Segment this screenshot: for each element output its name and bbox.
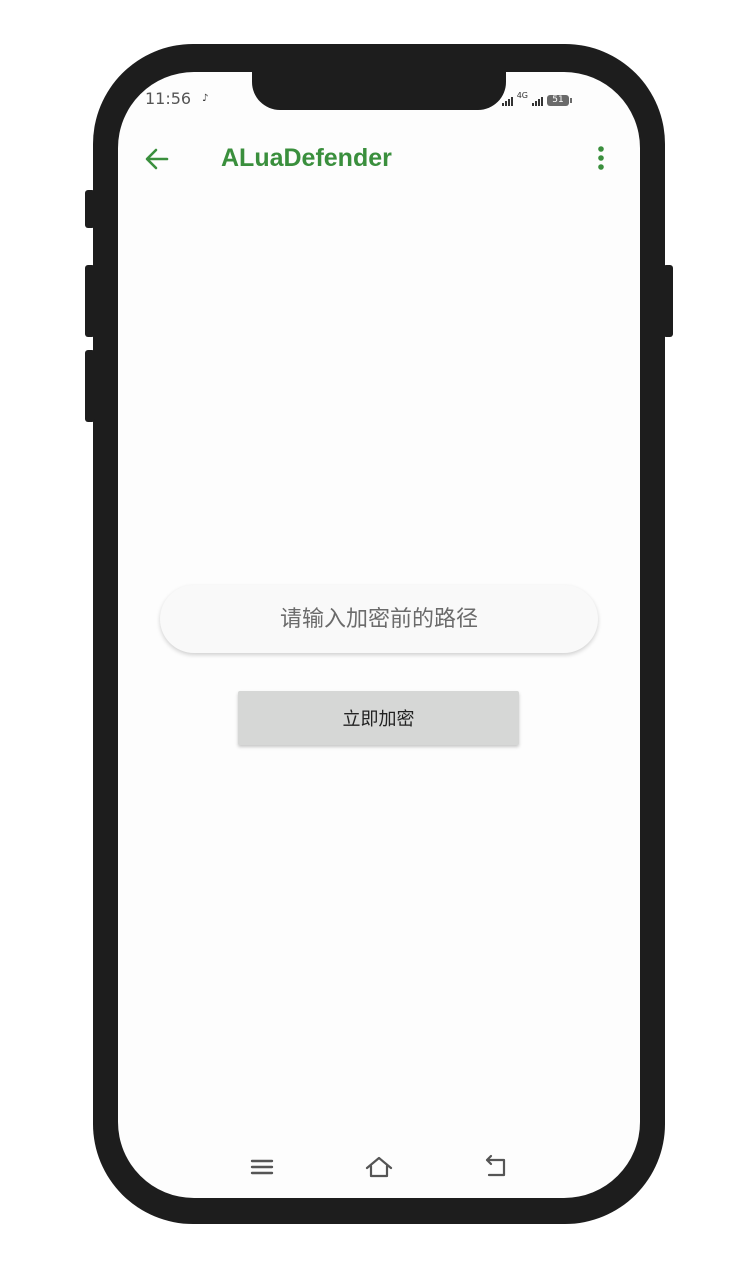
- phone-volume-up-button: [85, 265, 95, 337]
- signal-icon-secondary: [532, 97, 543, 106]
- battery-tip: [570, 98, 572, 103]
- signal-icon: [501, 97, 513, 106]
- status-time: 11:56: [145, 89, 192, 108]
- phone-power-button: [663, 265, 673, 337]
- menu-icon[interactable]: [247, 1154, 277, 1180]
- path-input[interactable]: [160, 585, 598, 653]
- status-icons: 4G 51: [501, 91, 572, 106]
- phone-screen: 11:56 ♪ 4G 51 ALuaDefender 立即加密: [118, 72, 640, 1198]
- phone-action-button: [85, 190, 95, 228]
- back-icon[interactable]: [480, 1154, 510, 1180]
- network-type: 4G: [516, 91, 528, 100]
- more-vert-icon[interactable]: [598, 145, 604, 171]
- encrypt-button[interactable]: 立即加密: [238, 691, 519, 745]
- home-icon[interactable]: [364, 1154, 394, 1180]
- phone-volume-down-button: [85, 350, 95, 422]
- app-bar: ALuaDefender: [118, 132, 640, 186]
- arrow-left-icon[interactable]: [144, 146, 170, 172]
- app-title: ALuaDefender: [221, 144, 392, 172]
- notch: [252, 72, 506, 110]
- battery-icon: 51: [547, 95, 569, 106]
- notification-icon: ♪: [202, 93, 209, 104]
